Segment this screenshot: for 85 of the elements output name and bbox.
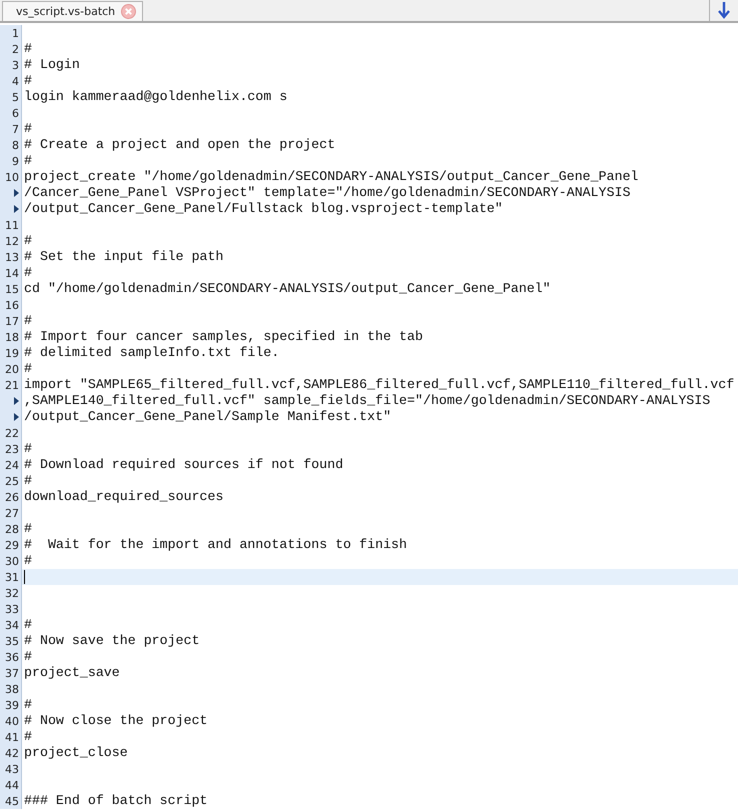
line-number: 42 — [5, 746, 19, 760]
line-number: 26 — [5, 490, 19, 504]
code-line: ### End of batch script — [23, 793, 208, 809]
code-line: project_close — [23, 745, 128, 761]
code-line: # — [23, 441, 32, 457]
line-number: 35 — [5, 634, 19, 648]
code-line: # — [23, 121, 32, 137]
code-line: /output_Cancer_Gene_Panel/Sample Manifest.txt" — [23, 409, 392, 425]
code-line: login kammeraad@goldenhelix.com s — [23, 89, 288, 105]
code-line: # — [23, 649, 32, 665]
code-line: # — [23, 153, 32, 169]
line-number: 3 — [12, 58, 19, 72]
line-number: 43 — [5, 762, 19, 776]
line-number: 7 — [12, 122, 19, 136]
line-number: 10 — [5, 170, 19, 184]
code-line: project_save — [23, 665, 120, 681]
code-line: # — [23, 473, 32, 489]
file-tab[interactable]: vs_script.vs-batch — [2, 1, 144, 21]
line-number: 38 — [5, 682, 19, 696]
code-line: # Set the input file path — [23, 249, 224, 265]
code-line: # Now close the project — [23, 713, 208, 729]
line-number: 40 — [5, 714, 19, 728]
line-number: 1 — [12, 26, 19, 40]
down-arrow-icon — [718, 2, 730, 19]
line-number: 5 — [12, 90, 19, 104]
line-number: 12 — [5, 234, 19, 248]
line-number: 36 — [5, 650, 19, 664]
line-number: 17 — [5, 314, 19, 328]
line-number: 18 — [5, 330, 19, 344]
line-number: 32 — [5, 586, 19, 600]
code-line: cd "/home/goldenadmin/SECONDARY-ANALYSIS/output_Cancer_Gene_Panel" — [23, 281, 551, 297]
code-line: # — [23, 313, 32, 329]
code-line: /output_Cancer_Gene_Panel/Fullstack blog.vsproject-template" — [23, 201, 503, 217]
line-number: 23 — [5, 442, 19, 456]
code-line: /Cancer_Gene_Panel VSProject" template="/home/goldenadmin/SECONDARY-ANALYSIS — [23, 185, 630, 201]
code-line: # — [23, 521, 32, 537]
code-line: # Create a project and open the project — [23, 137, 336, 153]
line-number: 22 — [5, 426, 19, 440]
line-number: 6 — [12, 106, 19, 120]
line-number: 29 — [5, 538, 19, 552]
line-number: 9 — [12, 154, 19, 168]
line-number: 11 — [5, 218, 19, 232]
code-line: download_required_sources — [23, 489, 224, 505]
line-number: 27 — [5, 506, 19, 520]
code-line: ,SAMPLE140_filtered_full.vcf" sample_fields_file="/home/goldenadmin/SECONDARY-ANALYSIS — [23, 393, 710, 409]
code-line: # — [23, 265, 32, 281]
code-line: # Download required sources if not found — [23, 457, 344, 473]
line-number: 34 — [5, 618, 19, 632]
code-line: import "SAMPLE65_filtered_full.vcf,SAMPLE86_filtered_full.vcf,SAMPLE110_filtered_full.vcf — [23, 377, 734, 393]
code-line: # — [23, 73, 32, 89]
code-line: # — [23, 697, 32, 713]
code-line: # Login — [23, 57, 80, 73]
code-line: # — [23, 553, 32, 569]
line-number: 45 — [5, 794, 19, 808]
line-number: 44 — [5, 778, 19, 792]
code-line: # Wait for the import and annotations to finish — [23, 537, 408, 553]
code-line: # Import four cancer samples, specified in the tab — [23, 329, 423, 345]
line-number: 33 — [5, 602, 19, 616]
code-line: # delimited sampleInfo.txt file. — [23, 345, 280, 361]
line-number: 30 — [5, 554, 19, 568]
code-line: # — [23, 361, 32, 377]
line-number: 16 — [5, 298, 19, 312]
text-cursor — [24, 570, 25, 584]
line-number: 39 — [5, 698, 19, 712]
line-number: 14 — [5, 266, 19, 280]
line-number: 21 — [5, 378, 19, 392]
code-line: # — [23, 41, 32, 57]
line-number: 31 — [5, 570, 19, 584]
line-number: 19 — [5, 346, 19, 360]
line-number: 41 — [5, 730, 19, 744]
line-number: 37 — [5, 666, 19, 680]
code-line: # — [23, 233, 32, 249]
line-number: 24 — [5, 458, 19, 472]
line-number: 8 — [12, 138, 19, 152]
code-line: # — [23, 617, 32, 633]
line-number: 28 — [5, 522, 19, 536]
code-line: # Now save the project — [23, 633, 200, 649]
line-number: 25 — [5, 474, 19, 488]
code-line: # — [23, 729, 32, 745]
line-number: 2 — [12, 42, 19, 56]
line-number: 4 — [12, 74, 19, 88]
code-line: project_create "/home/goldenadmin/SECONDARY-ANALYSIS/output_Cancer_Gene_Panel — [23, 169, 638, 185]
line-number: 13 — [5, 250, 19, 264]
line-number: 15 — [5, 282, 19, 296]
line-number: 20 — [5, 362, 19, 376]
